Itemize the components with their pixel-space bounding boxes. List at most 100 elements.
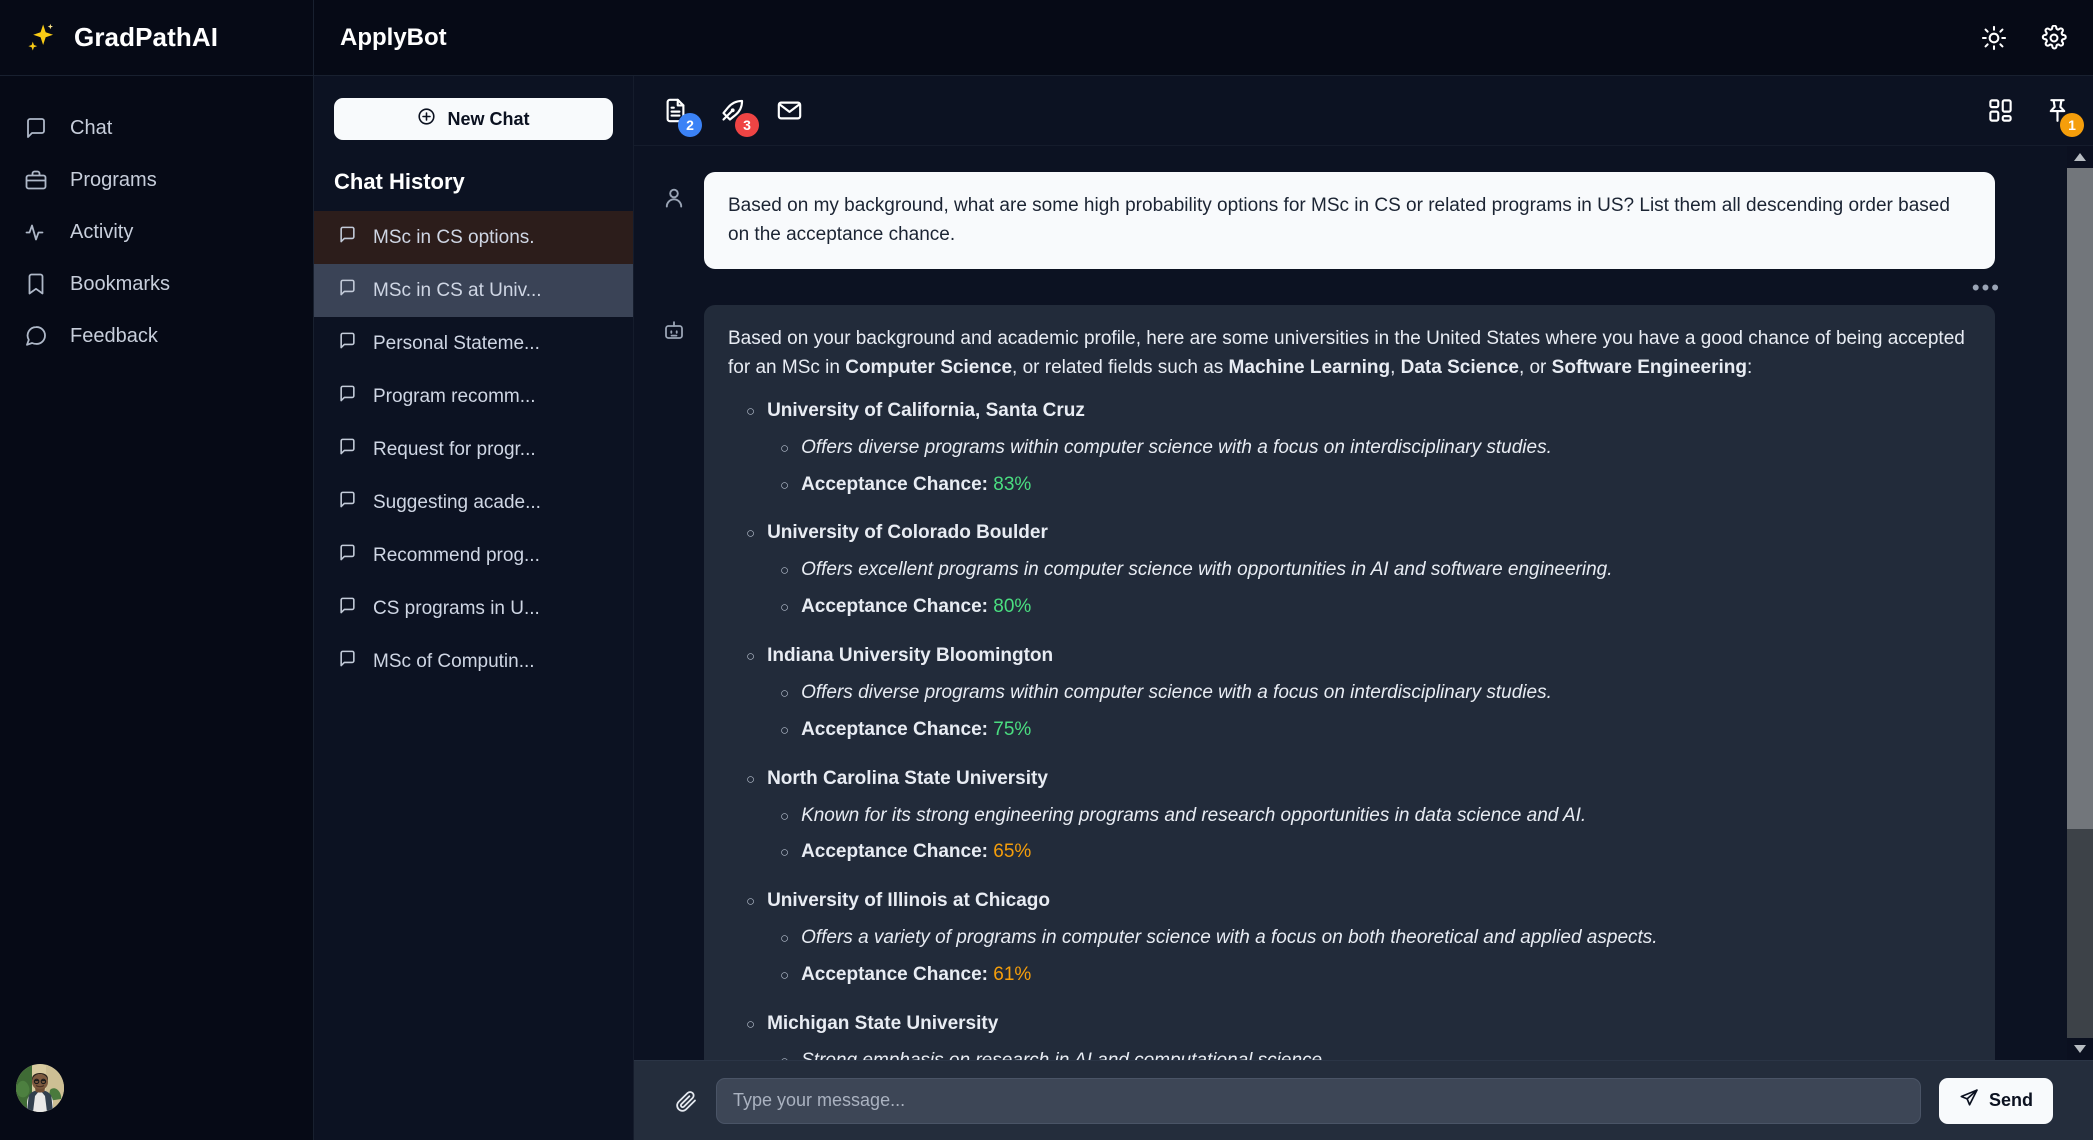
sidebar-item-label: Programs (70, 168, 157, 191)
acceptance-chance-value: 75% (993, 718, 1032, 740)
sidebar-item-feedback[interactable]: Feedback (0, 310, 313, 362)
bullet-ring-icon: ○ (780, 930, 790, 948)
document-text-icon[interactable]: 2 (662, 97, 702, 137)
document-badge: 2 (678, 113, 702, 137)
message-actions: ••• (662, 269, 2033, 305)
sidebar-item-activity[interactable]: Activity (0, 206, 313, 258)
avatar[interactable] (16, 1064, 64, 1112)
scroll-down-arrow-icon[interactable] (2067, 1038, 2093, 1060)
acceptance-chance-row: ○ Acceptance Chance: 61% (780, 961, 1971, 990)
sidebar-item-programs[interactable]: Programs (0, 154, 313, 206)
university-details: ○ Offers diverse programs within compute… (780, 679, 1971, 745)
sidebar-item-chat[interactable]: Chat (0, 102, 313, 154)
gear-icon[interactable] (2041, 24, 2067, 51)
chat-bubble-icon (338, 490, 357, 515)
sun-icon[interactable] (1981, 25, 2007, 51)
acceptance-chance-value: 80% (993, 596, 1032, 618)
university-description-row: ○ Strong emphasis on research in AI and … (780, 1047, 1971, 1060)
chat-toolbar-right: 1 (1987, 97, 2084, 137)
scrollbar-track[interactable] (2067, 168, 2093, 1038)
history-item-label: Suggesting acade... (373, 491, 541, 513)
sidebar-item-label: Chat (70, 116, 113, 139)
university-name: Indiana University Bloomington (767, 645, 1054, 666)
bullet-ring-icon: ○ (746, 402, 756, 420)
history-item-5[interactable]: Suggesting acade... (314, 476, 633, 529)
intro-bold-2: Machine Learning (1228, 356, 1391, 378)
chat-history-title: Chat History (334, 169, 465, 194)
send-plane-icon (1959, 1088, 1979, 1113)
sidebar-item-label: Activity (70, 220, 134, 243)
user-message-row: Based on my background, what are some hi… (662, 172, 2033, 269)
university-list: ○ University of California, Santa Cruz ○… (746, 397, 1971, 1060)
envelope-icon[interactable] (776, 97, 803, 124)
university-item-4: ○ University of Illinois at Chicago ○ Of… (746, 887, 1971, 990)
history-item-4[interactable]: Request for progr... (314, 423, 633, 476)
university-name: University of Colorado Boulder (767, 522, 1048, 544)
history-item-3[interactable]: Program recomm... (314, 370, 633, 423)
new-chat-button[interactable]: New Chat (334, 98, 613, 140)
acceptance-chance-row: ○ Acceptance Chance: 80% (780, 593, 1971, 622)
acceptance-chance-label: Acceptance Chance: (801, 718, 988, 740)
acceptance-chance-label: Acceptance Chance: (801, 473, 988, 495)
bullet-ring-icon: ○ (780, 439, 790, 457)
scroll-up-arrow-icon[interactable] (2067, 146, 2093, 168)
history-item-label: CS programs in U... (373, 597, 540, 619)
history-item-2[interactable]: Personal Stateme... (314, 317, 633, 370)
history-item-0[interactable]: MSc in CS options. (314, 211, 633, 264)
university-details: ○ Offers excellent programs in computer … (780, 556, 1971, 622)
scrollbar-thumb[interactable] (2067, 168, 2093, 830)
acceptance-chance-value: 61% (993, 964, 1032, 985)
user-icon (662, 172, 692, 215)
bullet-ring-icon: ○ (746, 1015, 756, 1033)
sidebar-item-bookmarks[interactable]: Bookmarks (0, 258, 313, 310)
acceptance-chance-row: ○ Acceptance Chance: 83% (780, 471, 1971, 500)
intro-end: : (1746, 356, 1753, 378)
chat-bubble-icon (338, 384, 357, 409)
acceptance-chance-row: ○ Acceptance Chance: 65% (780, 838, 1971, 867)
history-item-label: Recommend prog... (373, 544, 540, 566)
university-name: Michigan State University (767, 1012, 999, 1034)
university-name-row: ○ North Carolina State University (746, 765, 1971, 794)
history-item-6[interactable]: Recommend prog... (314, 529, 633, 582)
chat-toolbar-left: 2 3 (662, 97, 803, 137)
messages-right-pad (2001, 275, 2027, 301)
pin-icon[interactable]: 1 (2044, 97, 2084, 137)
chat-scrollbar[interactable] (2067, 146, 2093, 1060)
university-name-row: ○ Indiana University Bloomington (746, 642, 1971, 671)
university-description-row: ○ Offers diverse programs within compute… (780, 679, 1971, 708)
send-label: Send (1988, 1090, 2033, 1110)
chat-bubble-icon (338, 437, 357, 462)
bullet-ring-icon: ○ (780, 684, 790, 702)
paperclip-icon[interactable] (674, 1089, 698, 1113)
history-item-1[interactable]: MSc in CS at Univ... (314, 264, 633, 317)
bullet-ring-icon: ○ (780, 562, 790, 580)
university-details: ○ Offers diverse programs within compute… (780, 434, 1971, 500)
chat-bubble-icon (338, 278, 357, 303)
acceptance-chance-value: 65% (993, 841, 1032, 863)
pen-signature-icon[interactable]: 3 (719, 97, 759, 137)
top-bar-actions (1981, 24, 2067, 51)
university-name-row: ○ Michigan State University (746, 1010, 1971, 1039)
message-composer: Send (634, 1060, 2093, 1140)
page-title: ApplyBot (340, 23, 447, 51)
history-item-label: MSc in CS options. (373, 226, 535, 248)
intro-mid-2: , (1390, 356, 1401, 378)
acceptance-chance-label: Acceptance Chance: (801, 841, 988, 863)
history-item-7[interactable]: CS programs in U... (314, 582, 633, 635)
intro-bold-1: Computer Science (845, 356, 1013, 378)
university-description-row: ○ Offers excellent programs in computer … (780, 556, 1971, 585)
brand[interactable]: GradPathAI (0, 0, 314, 76)
university-description-row: ○ Offers diverse programs within compute… (780, 434, 1971, 463)
briefcase-icon (24, 168, 48, 192)
history-item-8[interactable]: MSc of Computin... (314, 635, 633, 688)
layout-grid-icon[interactable] (1987, 97, 2014, 124)
message-more-button[interactable]: ••• (1972, 275, 2001, 301)
send-button[interactable]: Send (1938, 1077, 2053, 1124)
acceptance-chance-label: Acceptance Chance: (801, 964, 988, 985)
message-circle-icon (24, 324, 48, 348)
university-description-row: ○ Offers a variety of programs in comput… (780, 924, 1971, 953)
chat-bubble-icon (24, 116, 48, 140)
bullet-ring-icon: ○ (780, 807, 790, 825)
chat-bubble-icon (338, 543, 357, 568)
message-input[interactable] (716, 1077, 1921, 1124)
